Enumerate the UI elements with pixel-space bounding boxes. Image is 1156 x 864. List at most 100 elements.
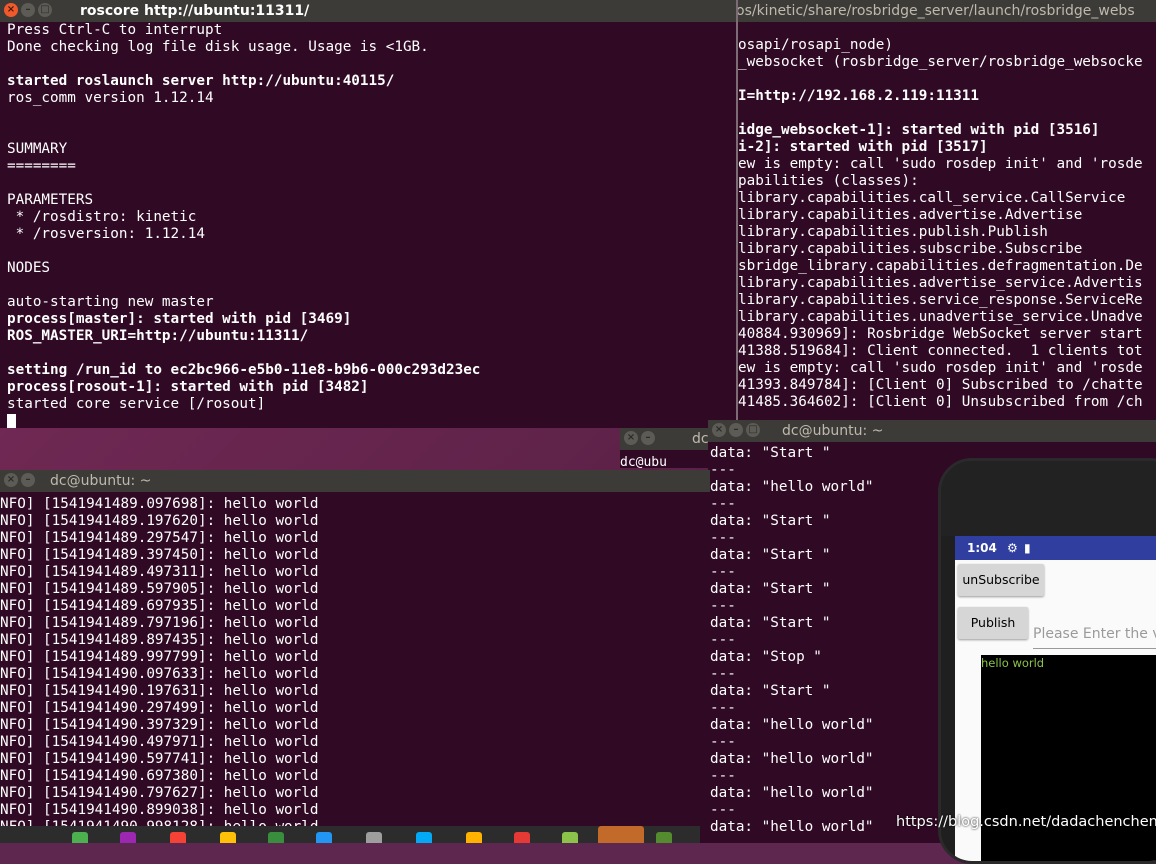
terminal-line: I=http://192.168.2.119:11311 [738,88,980,104]
app-icon[interactable] [220,832,236,843]
rosbridge-window-title: os/kinetic/share/rosbridge_server/launch… [736,3,1135,19]
terminal-line: NFO] [1541941490.597741]: hello world [0,751,319,767]
minimize-icon[interactable]: – [641,431,655,445]
active-app-icon[interactable] [598,826,644,843]
terminal-line: NFO] [1541941490.097633]: hello world [0,666,319,682]
close-icon[interactable]: × [4,473,18,487]
minimize-icon[interactable]: – [21,473,35,487]
terminal-cursor-line [7,413,736,428]
app-icon[interactable] [514,832,530,843]
listener-titlebar[interactable]: × – □ dc@ubuntu: ~ [708,420,1156,442]
terminal-line: library.capabilities.advertise.Advertise [738,207,1083,223]
terminal-line: setting /run_id to ec2bc966-e5b0-11e8-b9… [7,362,481,378]
app-icon[interactable] [562,832,578,843]
terminal-line: 41393.849784]: [Client 0] Subscribed to … [738,377,1143,393]
terminal-line: started core service [/rosout] [7,396,266,412]
roscore-terminal-window[interactable]: × – □ roscore http://ubuntu:11311/ Press… [0,0,738,428]
roscore-terminal-output[interactable]: Press Ctrl-C to interrupt Done checking l… [7,22,736,428]
phone-bezel [941,461,1156,536]
terminal-line: NFO] [1541941489.197620]: hello world [0,513,319,529]
terminal-line: Press Ctrl-C to interrupt [7,22,223,38]
terminal-line: SUMMARY [7,141,68,157]
terminal-line: NFO] [1541941490.899038]: hello world [0,802,319,818]
terminal-line: process[rosout-1]: started with pid [348… [7,379,369,395]
terminal-line: 40884.930969]: Rosbridge WebSocket serve… [738,326,1143,342]
terminal-line: NFO] [1541941490.497971]: hello world [0,734,319,750]
terminal-line: NFO] [1541941490.197631]: hello world [0,683,319,699]
app-icon[interactable] [170,832,186,843]
rosbridge-terminal-output[interactable]: osapi/rosapi_node) _websocket (rosbridge_… [738,20,1156,428]
rosbridge-terminal-window[interactable]: os/kinetic/share/rosbridge_server/launch… [728,0,1156,428]
terminal-line: NFO] [1541941489.897435]: hello world [0,632,319,648]
text-cursor [7,413,16,428]
app-icon[interactable] [656,832,672,843]
app-icon[interactable] [416,832,432,843]
terminal-line: i-2]: started with pid [3517] [738,139,988,155]
talker-terminal-output[interactable]: NFO] [1541941489.097698]: hello world NFO… [0,496,710,843]
app-icon[interactable] [120,832,136,843]
minimize-icon[interactable]: – [729,423,743,437]
app-icon[interactable] [72,832,88,843]
maximize-icon[interactable]: □ [38,3,52,17]
terminal-line: NODES [7,260,51,276]
terminal-line: NFO] [1541941489.497311]: hello world [0,564,319,580]
terminal-line: * /rosversion: 1.12.14 [7,226,205,242]
app-icon[interactable] [268,832,284,843]
talker-window-title: dc@ubuntu: ~ [50,473,152,489]
rosbridge-titlebar[interactable]: os/kinetic/share/rosbridge_server/launch… [728,0,1156,22]
roscore-titlebar[interactable]: × – □ roscore http://ubuntu:11311/ [0,0,736,22]
publish-button[interactable]: Publish [958,607,1028,639]
hidden-terminal-output: dc@ubu [620,455,667,468]
hidden-window-title: dc [692,431,709,447]
gear-icon: ⚙ [1007,541,1018,555]
watermark: https://blog.csdn.net/dadachenchen [896,814,1156,830]
talker-titlebar[interactable]: × – dc@ubuntu: ~ [0,470,710,492]
terminal-line: idge_websocket-1]: started with pid [351… [738,122,1100,138]
close-icon[interactable]: × [712,423,726,437]
terminal-line: library.capabilities.subscribe.Subscribe [738,241,1083,257]
terminal-line: NFO] [1541941490.297499]: hello world [0,700,319,716]
terminal-line: process[master]: started with pid [3469] [7,311,352,327]
terminal-line: 41388.519684]: Client connected. 1 clien… [738,343,1143,359]
terminal-line: NFO] [1541941489.797196]: hello world [0,615,319,631]
terminal-line: NFO] [1541941489.297547]: hello world [0,530,319,546]
received-messages-output: hello world [981,655,1156,861]
terminal-line: ======== [7,158,76,174]
listener-window-title: dc@ubuntu: ~ [782,423,884,439]
sd-card-icon: ▮ [1024,541,1031,555]
terminal-line: NFO] [1541941489.397450]: hello world [0,547,319,563]
terminal-line: started roslaunch server http://ubuntu:4… [7,73,395,89]
terminal-line: library.capabilities.service_response.Se… [738,292,1143,308]
maximize-icon[interactable]: □ [746,423,760,437]
close-icon[interactable]: × [624,431,638,445]
unsubscribe-button[interactable]: unSubscribe [958,564,1044,596]
app-icon[interactable] [366,832,382,843]
roscore-window-title: roscore http://ubuntu:11311/ [80,3,310,19]
hidden-titlebar[interactable]: × – dc [620,428,715,450]
terminal-line: NFO] [1541941489.697935]: hello world [0,598,319,614]
terminal-line: NFO] [1541941489.997799]: hello world [0,649,319,665]
message-input[interactable]: Please Enter the v [1033,620,1156,649]
terminal-line: NFO] [1541941489.597905]: hello world [0,581,319,597]
terminal-line: auto-starting new master [7,294,214,310]
terminal-line: library.capabilities.publish.Publish [738,224,1048,240]
app-icon[interactable] [316,832,332,843]
terminal-line: sbridge_library.capabilities.defragmenta… [738,258,1143,274]
terminal-line: NFO] [1541941490.397329]: hello world [0,717,319,733]
terminal-line: ew is empty: call 'sudo rosdep init' and… [738,360,1143,376]
terminal-line: library.capabilities.unadvertise_service… [738,309,1143,325]
talker-terminal-window[interactable]: × – dc@ubuntu: ~ NFO] [1541941489.097698… [0,470,710,843]
app-icon[interactable] [466,832,482,843]
minimize-icon[interactable]: – [21,3,35,17]
phone-statusbar: 1:04 ⚙ ▮ [955,536,1156,560]
hidden-terminal-window[interactable]: × – dc dc@ubu [620,428,715,468]
close-icon[interactable]: × [4,3,18,17]
android-phone: 1:04 ⚙ ▮ unSubscribe Publish Please Ente… [938,458,1156,864]
